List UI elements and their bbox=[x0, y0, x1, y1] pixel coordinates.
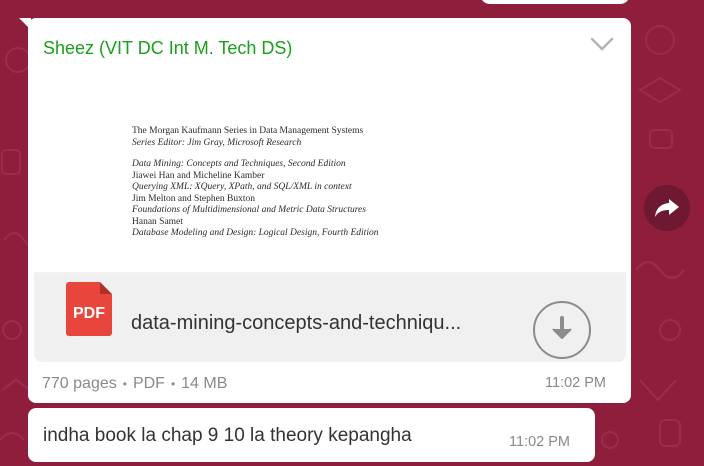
chevron-down-icon[interactable] bbox=[589, 35, 615, 53]
file-name[interactable]: data-mining-concepts-and-techniqu... bbox=[131, 312, 521, 335]
forward-button[interactable] bbox=[644, 185, 690, 231]
previous-message-bubble bbox=[480, 0, 630, 4]
forward-icon bbox=[655, 199, 679, 217]
sender-name[interactable]: Sheez (VIT DC Int M. Tech DS) bbox=[43, 38, 292, 59]
preview-line: Hanan Samet bbox=[132, 216, 183, 227]
preview-line: Jiawei Han and Micheline Kamber bbox=[132, 170, 265, 181]
file-format: PDF bbox=[132, 375, 165, 392]
preview-line: Jim Melton and Stephen Buxton bbox=[132, 193, 255, 204]
message-timestamp: 11:02 PM bbox=[545, 375, 606, 391]
preview-line: Database Modeling and Design: Logical De… bbox=[132, 228, 379, 238]
preview-line: Data Mining: Concepts and Techniques, Se… bbox=[132, 159, 346, 169]
preview-line: Series Editor: Jim Gray, Microsoft Resea… bbox=[132, 137, 302, 148]
pdf-first-page: The Morgan Kaufmann Series in Data Manag… bbox=[132, 126, 552, 240]
preview-line: Querying XML: XQuery, XPath, and SQL/XML… bbox=[132, 182, 352, 192]
text-message-bubble: indha book la chap 9 10 la theory kepang… bbox=[28, 408, 595, 462]
file-size: 14 MB bbox=[181, 375, 228, 392]
download-icon bbox=[552, 316, 572, 339]
preview-line: Foundations of Multidimensional and Metr… bbox=[132, 205, 366, 215]
file-pages: 770 pages bbox=[42, 375, 117, 392]
download-button[interactable] bbox=[533, 301, 591, 359]
pdf-icon-label: PDF bbox=[73, 305, 105, 322]
file-meta: 770 pages • PDF • 14 MB bbox=[42, 375, 227, 393]
meta-separator: • bbox=[122, 377, 127, 391]
meta-separator: • bbox=[170, 377, 176, 391]
message-text: indha book la chap 9 10 la theory kepang… bbox=[43, 425, 412, 446]
file-attachment-card[interactable]: PDF data-mining-concepts-and-techniqu... bbox=[34, 276, 626, 362]
message-timestamp: 11:02 PM bbox=[509, 434, 570, 450]
pdf-icon: PDF bbox=[66, 282, 112, 336]
preview-line: The Morgan Kaufmann Series in Data Manag… bbox=[132, 126, 364, 136]
pdf-preview-thumbnail[interactable]: The Morgan Kaufmann Series in Data Manag… bbox=[34, 64, 626, 276]
document-message-bubble: Sheez (VIT DC Int M. Tech DS) The Morgan… bbox=[19, 18, 631, 403]
